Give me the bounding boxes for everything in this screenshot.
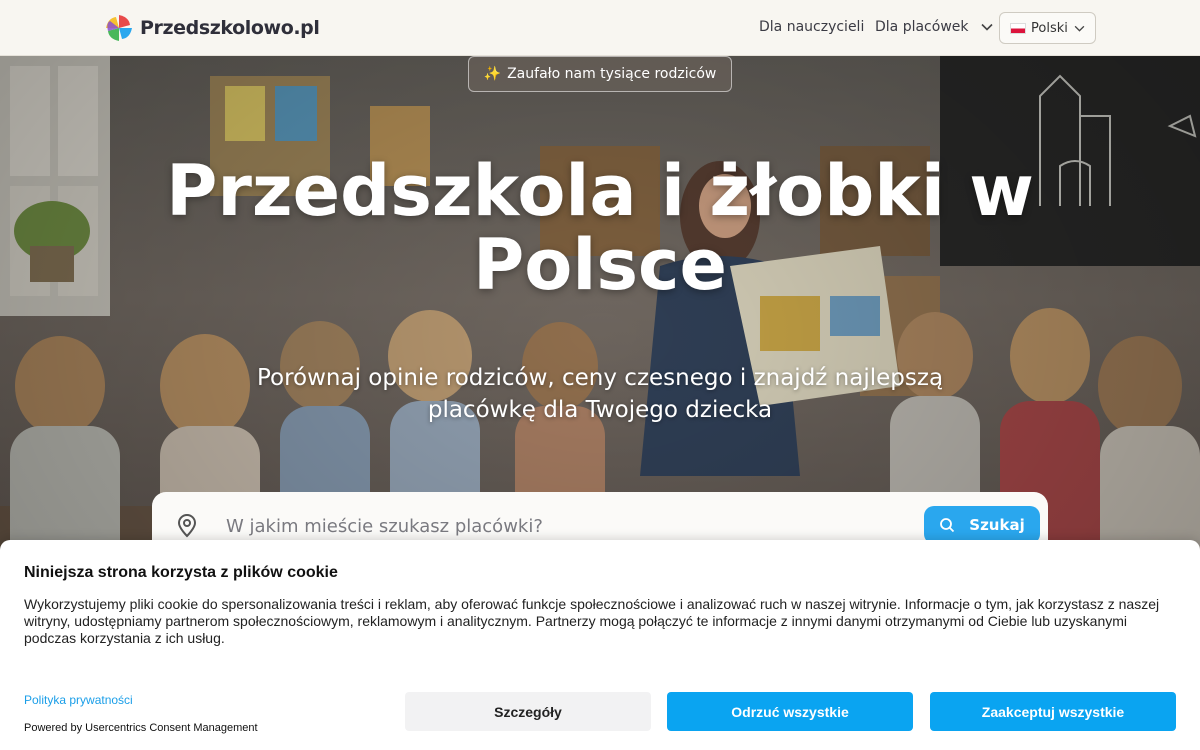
city-search-input[interactable] bbox=[224, 508, 908, 544]
cookie-consent-banner: Niniejsza strona korzysta z plików cooki… bbox=[0, 540, 1200, 750]
language-select[interactable]: Polski bbox=[999, 12, 1096, 44]
logo[interactable]: Przedszkolowo.pl bbox=[104, 12, 320, 44]
cookie-details-button[interactable]: Szczegóły bbox=[405, 692, 651, 731]
cookie-title: Niniejsza strona korzysta z plików cooki… bbox=[24, 564, 338, 581]
search-button[interactable]: Szukaj bbox=[924, 506, 1040, 544]
chevron-down-icon bbox=[1074, 25, 1085, 32]
cookie-description: Wykorzystujemy pliki cookie do spersonal… bbox=[24, 596, 1160, 646]
pinwheel-logo-icon bbox=[106, 15, 132, 41]
powered-by-text: Powered by Usercentrics Consent Manageme… bbox=[24, 722, 258, 734]
pl-flag-icon bbox=[1010, 22, 1026, 34]
site-header: Przedszkolowo.pl Dla nauczycieli Dla pla… bbox=[0, 0, 1200, 56]
privacy-policy-link[interactable]: Polityka prywatności bbox=[24, 693, 133, 707]
location-pin-icon bbox=[177, 514, 197, 538]
nav-facilities-label: Dla placówek bbox=[875, 19, 969, 35]
nav-teachers-link[interactable]: Dla nauczycieli bbox=[759, 19, 864, 35]
language-label: Polski bbox=[1031, 20, 1068, 36]
cookie-deny-all-button[interactable]: Odrzuć wszystkie bbox=[667, 692, 913, 731]
trust-badge-text: Zaufało nam tysiące rodziców bbox=[507, 66, 717, 82]
nav-facilities-dropdown[interactable]: Dla placówek bbox=[875, 19, 993, 35]
cookie-accept-all-button[interactable]: Zaakceptuj wszystkie bbox=[930, 692, 1176, 731]
logo-text: Przedszkolowo.pl bbox=[140, 17, 320, 39]
trust-badge: ✨ Zaufało nam tysiące rodziców bbox=[468, 56, 732, 92]
search-icon bbox=[940, 518, 955, 533]
hero-subtitle: Porównaj opinie rodziców, ceny czesnego … bbox=[256, 365, 944, 423]
page-title: Przedszkola i żłobki w Polsce bbox=[166, 150, 1034, 306]
sparkles-icon: ✨ bbox=[483, 66, 502, 82]
search-button-label: Szukaj bbox=[969, 516, 1025, 534]
chevron-down-icon bbox=[980, 23, 993, 31]
